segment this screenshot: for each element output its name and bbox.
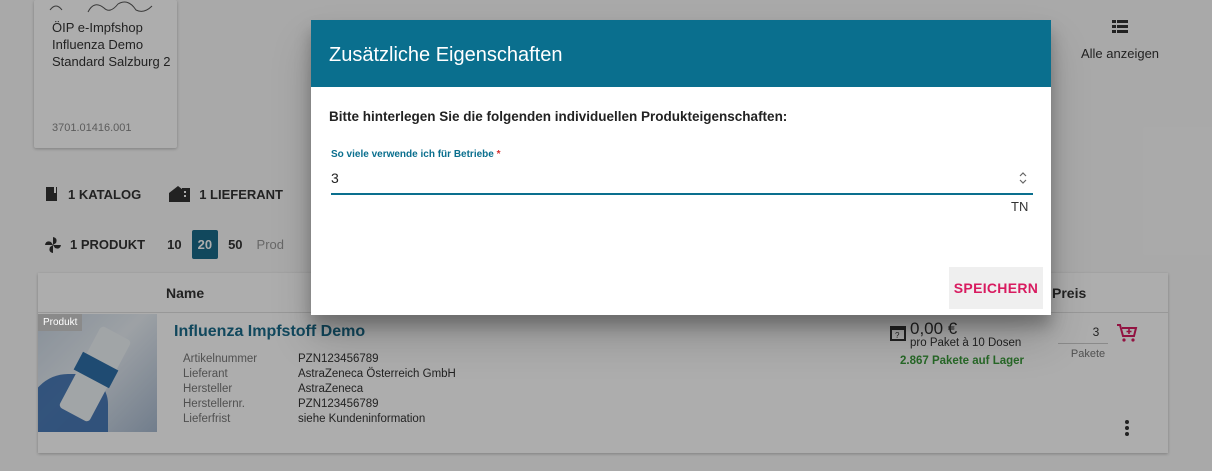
unit-suffix: TN [1011,199,1029,214]
product-badge: Produkt [38,314,83,331]
field-label: So viele verwende ich für Betriebe * [331,149,501,160]
properties-dialog: Zusätzliche Eigenschaften Bitte hinterle… [311,20,1051,315]
required-mark: * [496,149,501,160]
usage-number-input[interactable] [331,165,991,191]
dialog-title: Zusätzliche Eigenschaften [311,20,1051,87]
dialog-intro: Bitte hinterlegen Sie die folgenden indi… [329,109,788,124]
save-button[interactable]: SPEICHERN [949,267,1043,309]
field-label-text: So viele verwende ich für Betriebe [331,149,494,160]
usage-number-field[interactable] [331,165,1033,195]
number-spinner-icon[interactable] [1019,171,1027,185]
